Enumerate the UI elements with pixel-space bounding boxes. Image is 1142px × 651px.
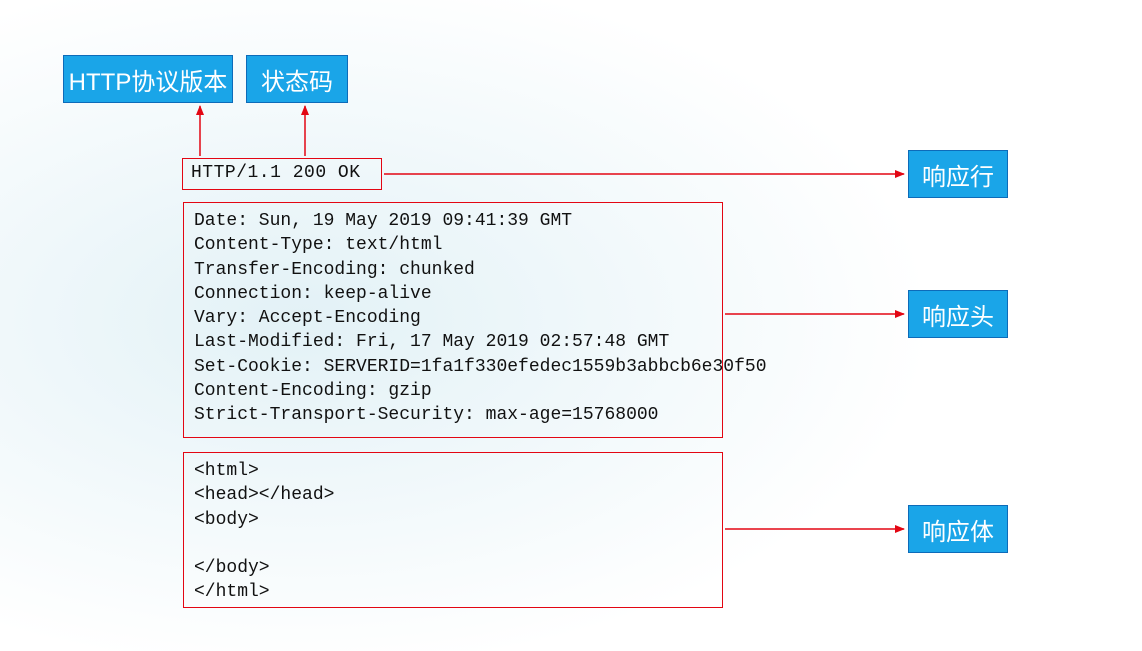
- status-code-label: 状态码: [246, 55, 348, 103]
- status-line-box: HTTP/1.1 200 OK: [182, 158, 382, 190]
- response-body-label: 响应体: [908, 505, 1008, 553]
- response-headers-box: Date: Sun, 19 May 2019 09:41:39 GMT Cont…: [183, 202, 723, 438]
- response-line-label: 响应行: [908, 150, 1008, 198]
- response-header-label: 响应头: [908, 290, 1008, 338]
- http-version-label: HTTP协议版本: [63, 55, 233, 103]
- response-body-box: <html> <head></head> <body> </body> </ht…: [183, 452, 723, 608]
